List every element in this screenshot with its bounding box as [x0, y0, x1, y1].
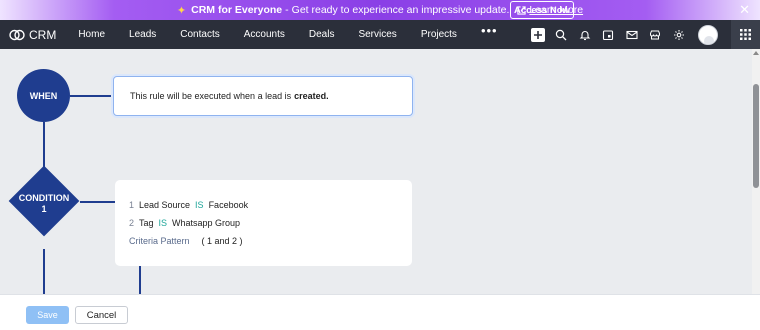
criteria-number: 2	[129, 218, 135, 228]
connector-line	[80, 201, 115, 203]
criteria-pattern-value: ( 1 and 2 )	[201, 236, 243, 246]
close-icon[interactable]: ✕	[739, 2, 750, 18]
crm-logo-icon	[9, 29, 25, 40]
calendar-icon[interactable]	[597, 20, 621, 49]
search-icon[interactable]	[550, 20, 574, 49]
sparkle-icon: ✦	[176, 4, 187, 17]
criteria-value: Facebook	[208, 200, 249, 210]
connector-line	[139, 266, 141, 294]
scroll-thumb[interactable]	[753, 84, 759, 188]
connector-line	[70, 95, 113, 97]
when-card[interactable]: This rule will be executed when a lead i…	[113, 76, 413, 116]
condition-label-line2: 1	[41, 204, 47, 214]
condition-label-line1: CONDITION	[18, 193, 70, 203]
brand[interactable]: CRM	[9, 28, 56, 42]
scroll-up-arrow-icon[interactable]	[753, 51, 759, 55]
brand-name: CRM	[29, 27, 57, 42]
criteria-row: 2 Tag IS Whatsapp Group	[129, 214, 412, 232]
avatar[interactable]	[698, 25, 718, 45]
criteria-pattern: Criteria Pattern ( 1 and 2 )	[129, 236, 412, 246]
criteria-field: Tag	[139, 218, 154, 228]
condition-node-label: CONDITION 1	[8, 193, 80, 215]
criteria-field: Lead Source	[139, 200, 191, 210]
nav-item-projects[interactable]: Projects	[421, 29, 457, 40]
top-nav: CRM Home Leads Contacts Accounts Deals S…	[0, 20, 760, 49]
criteria-operator: IS	[158, 218, 168, 228]
promo-banner: ✦ CRM for Everyone - Get ready to experi…	[0, 0, 760, 20]
connector-line	[43, 249, 45, 294]
when-text: This rule will be executed when a lead i…	[130, 91, 292, 101]
promo-title: CRM for Everyone	[191, 4, 283, 16]
criteria-row: 1 Lead Source IS Facebook	[129, 196, 412, 214]
criteria-operator: IS	[195, 200, 204, 210]
nav-item-deals[interactable]: Deals	[309, 29, 335, 40]
criteria-value: Whatsapp Group	[172, 218, 241, 228]
save-button[interactable]: Save	[26, 306, 69, 324]
workflow-canvas: WHEN CONDITION 1 This rule will be execu…	[0, 49, 752, 294]
gear-icon[interactable]	[667, 20, 691, 49]
nav-item-home[interactable]: Home	[78, 29, 105, 40]
mail-icon[interactable]	[620, 20, 644, 49]
apps-grid-icon[interactable]	[731, 20, 760, 49]
marketplace-icon[interactable]	[644, 20, 668, 49]
nav-item-contacts[interactable]: Contacts	[180, 29, 219, 40]
vertical-scrollbar[interactable]	[752, 49, 760, 294]
more-menu-icon[interactable]: •••	[481, 24, 498, 40]
main-menu: Home Leads Contacts Accounts Deals Servi…	[78, 24, 498, 40]
footer-bar: Save Cancel	[0, 294, 760, 330]
promo-separator: -	[285, 4, 289, 16]
access-now-button[interactable]: Access Now	[510, 1, 574, 19]
when-node[interactable]: WHEN	[17, 69, 70, 122]
criteria-pattern-label: Criteria Pattern	[129, 236, 190, 246]
promo-message: Get ready to experience an impressive up…	[291, 4, 510, 16]
criteria-number: 1	[129, 200, 135, 210]
condition-card[interactable]: 1 Lead Source IS Facebook 2 Tag IS Whats…	[115, 180, 412, 266]
when-text-bold: created.	[294, 91, 329, 101]
plus-icon[interactable]	[526, 20, 550, 49]
cancel-button[interactable]: Cancel	[75, 306, 128, 324]
nav-item-accounts[interactable]: Accounts	[244, 29, 285, 40]
nav-item-services[interactable]: Services	[358, 29, 396, 40]
nav-item-leads[interactable]: Leads	[129, 29, 156, 40]
bell-icon[interactable]	[573, 20, 597, 49]
nav-icon-group	[526, 20, 691, 49]
